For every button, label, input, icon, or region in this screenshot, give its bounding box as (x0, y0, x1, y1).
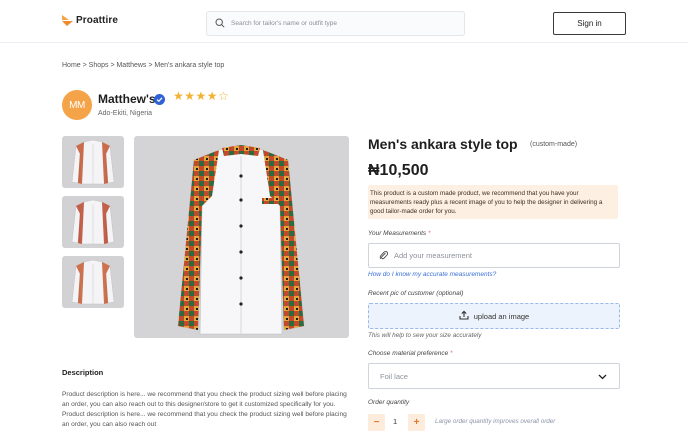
store-location: Ado-Ekiti, Nigeria (98, 110, 153, 117)
brand-logo-icon (61, 14, 74, 27)
product-thumbnail-2[interactable] (62, 196, 124, 248)
star-filled-icon: ★ (184, 89, 196, 103)
quantity-increase-button[interactable]: + (408, 414, 425, 431)
measurement-help-link[interactable]: How do I know my accurate measurements? (368, 271, 496, 278)
star-empty-icon: ☆ (218, 89, 230, 103)
quantity-decrease-button[interactable]: − (368, 414, 385, 431)
store-name[interactable]: Matthew's (98, 92, 156, 106)
product-main-image[interactable] (134, 136, 349, 338)
required-asterisk: * (450, 350, 453, 357)
upload-icon (459, 307, 469, 325)
star-filled-icon: ★ (206, 89, 219, 103)
breadcrumb[interactable]: Home > Shops > Matthews > Men's ankara s… (62, 62, 224, 69)
star-filled-icon: ★ (195, 89, 207, 103)
shirt-thumbnail-image (71, 199, 115, 245)
measurements-label-text: Your Measurements (368, 230, 427, 237)
measurements-label: Your Measurements * (368, 230, 431, 237)
quantity-note: Large order quantity improves overall or… (435, 418, 556, 425)
product-tag: (custom-made) (530, 141, 578, 148)
measurement-input[interactable]: Add your measurement (368, 243, 620, 268)
quantity-label: Order quantity (368, 399, 410, 406)
description-heading: Description (62, 368, 104, 377)
upload-image-button[interactable]: upload an image (368, 303, 620, 329)
chevron-down-icon (598, 367, 607, 385)
required-asterisk: * (427, 230, 431, 237)
upload-label: upload an image (473, 311, 530, 321)
upload-hint: This will help to sew your size accurate… (368, 332, 482, 339)
material-label-text: Choose material preference (368, 350, 449, 357)
sign-in-button[interactable]: Sign in (553, 12, 626, 35)
measurement-placeholder: Add your measurement (394, 251, 472, 260)
search-placeholder: Search for tailor's name or outfit type (231, 20, 338, 27)
search-icon (215, 15, 225, 33)
brand-name: Proattire (76, 15, 119, 26)
material-select[interactable]: Foil lace (368, 363, 620, 389)
material-selected-value: Foil lace (380, 371, 408, 381)
store-rating: ★★★★☆ (173, 89, 229, 103)
shirt-thumbnail-image (71, 259, 115, 305)
description-text: Product description is here... we recomm… (62, 391, 347, 428)
product-price: ₦10,500 (368, 162, 429, 179)
top-header: Proattire Search for tailor's name or ou… (0, 0, 688, 43)
store-avatar[interactable]: MM (62, 90, 92, 120)
material-label: Choose material preference * (368, 350, 453, 357)
customer-pic-label: Recent pic of customer (optional) (368, 290, 464, 297)
custom-order-notice: This product is a custom made product, w… (368, 185, 618, 219)
shirt-main-image (177, 145, 305, 335)
quantity-value[interactable]: 1 (393, 417, 397, 426)
shirt-thumbnail-image (71, 139, 115, 185)
product-title: Men's ankara style top (368, 136, 518, 152)
search-input[interactable]: Search for tailor's name or outfit type (206, 11, 465, 36)
paperclip-icon (379, 247, 389, 265)
star-filled-icon: ★ (173, 89, 185, 103)
verified-badge-icon (154, 94, 165, 105)
brand-logo[interactable]: Proattire (61, 14, 118, 27)
product-thumbnail-3[interactable] (62, 256, 124, 308)
product-thumbnail-1[interactable] (62, 136, 124, 188)
